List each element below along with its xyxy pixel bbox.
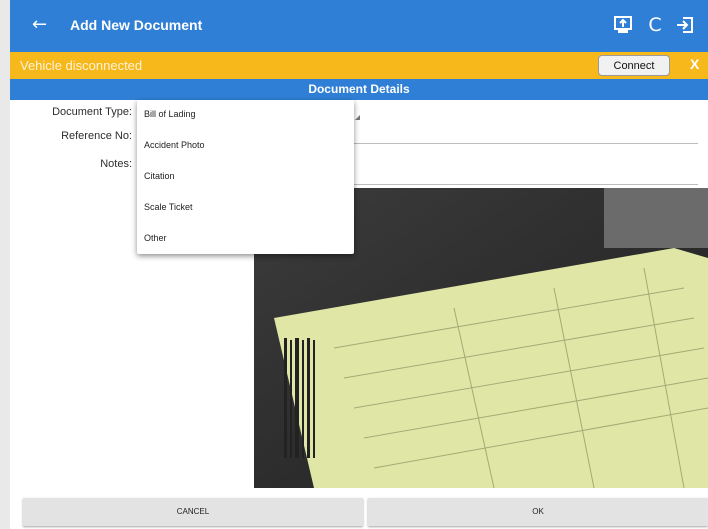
back-icon[interactable]: ← — [32, 15, 47, 35]
connect-button[interactable]: Connect — [598, 55, 670, 76]
page-title: Add New Document — [70, 17, 203, 33]
refresh-icon[interactable]: C — [644, 14, 666, 36]
app-bar: ← Add New Document C — [10, 0, 708, 52]
ok-button[interactable]: OK — [368, 498, 708, 526]
upload-icon[interactable] — [612, 14, 634, 36]
spinner-arrow-icon[interactable] — [355, 115, 360, 120]
document-type-label: Document Type: — [52, 106, 132, 118]
notes-label: Notes: — [100, 158, 132, 170]
disconnected-banner: Vehicle disconnected Connect X — [10, 52, 708, 79]
app-screen: ← Add New Document C Vehicle disconnecte… — [10, 0, 708, 529]
dropdown-option-accident-photo[interactable]: Accident Photo — [137, 131, 354, 161]
dropdown-option-other[interactable]: Other — [137, 224, 354, 254]
dropdown-option-bill-of-lading[interactable]: Bill of Lading — [137, 100, 354, 130]
reference-label: Reference No: — [61, 130, 132, 142]
logout-icon[interactable] — [674, 14, 696, 36]
cancel-button[interactable]: CANCEL — [23, 498, 363, 526]
status-message: Vehicle disconnected — [20, 58, 143, 73]
document-type-dropdown[interactable]: Bill of Lading Accident Photo Citation S… — [137, 100, 354, 254]
section-header: Document Details — [10, 79, 708, 100]
dropdown-option-scale-ticket[interactable]: Scale Ticket — [137, 193, 354, 223]
close-banner-button[interactable]: X — [690, 56, 699, 72]
dropdown-option-citation[interactable]: Citation — [137, 162, 354, 192]
